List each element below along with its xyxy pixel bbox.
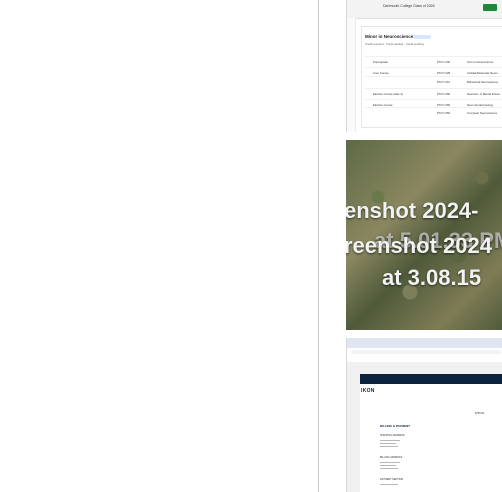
screenshot-thumbnail-photo[interactable]: enshot 2024- at 5.01.33 PM reenshot 2024…	[346, 140, 502, 330]
text-line	[380, 443, 396, 444]
browser-tab-bar	[347, 338, 502, 348]
table-row: Elective Course (take 3) PSYC 066 Neuros…	[365, 88, 502, 98]
text-line	[380, 468, 398, 469]
file-label-line-1: enshot 2024-	[346, 198, 479, 223]
thumbnail-strip: Dartmouth College Class of 2026 Minor in…	[346, 0, 502, 492]
panel-subtabs: Credit required · Credit applied · Credi…	[365, 42, 424, 46]
billing-address-heading: BILLING ADDRESS	[380, 456, 403, 459]
file-label-line-4: at 3.08.15	[382, 265, 482, 290]
share-button	[483, 4, 497, 11]
file-label-line-3: reenshot 2024	[346, 233, 492, 258]
status-chip	[413, 35, 431, 39]
shipping-heading: SHIPPING ADDRESS	[380, 434, 405, 437]
thumbnail-pane: Dartmouth College Class of 2026 Minor in…	[319, 0, 502, 492]
panel-heading: Minor in Neurosciences	[365, 34, 416, 39]
site-header-band	[360, 374, 502, 384]
table-row: PSYC 067 Behavioral Neuroscience	[365, 76, 502, 86]
brand-logo: IKON	[361, 388, 375, 394]
empty-left-pane	[0, 0, 318, 492]
browser-top-bar: Dartmouth College Class of 2026	[347, 0, 502, 19]
screenshot-thumbnail-billing[interactable]: IKON $759.99 BILLING & PAYMENT SHIPPING …	[346, 338, 502, 492]
screenshot-thumbnail-course-table[interactable]: Dartmouth College Class of 2026 Minor in…	[346, 0, 502, 132]
doc-sidebar	[347, 18, 356, 132]
text-line	[380, 462, 400, 463]
billing-heading: BILLING & PAYMENT	[380, 424, 411, 428]
order-amount: $759.99	[475, 412, 485, 415]
document-page: IKON $759.99 BILLING & PAYMENT SHIPPING …	[360, 374, 502, 492]
text-line	[380, 484, 398, 485]
table-row: PSYC 050 Computer Neuroscience	[365, 107, 502, 117]
url-bar	[351, 350, 501, 354]
text-line	[380, 465, 396, 466]
payment-method-heading: PAYMENT METHOD	[380, 478, 404, 481]
tab-title: Dartmouth College Class of 2026	[383, 4, 435, 8]
text-line	[380, 440, 400, 441]
text-line	[380, 446, 398, 447]
table-row: Prerequisite PSYC 006 Intro to Neuroscie…	[365, 56, 502, 66]
